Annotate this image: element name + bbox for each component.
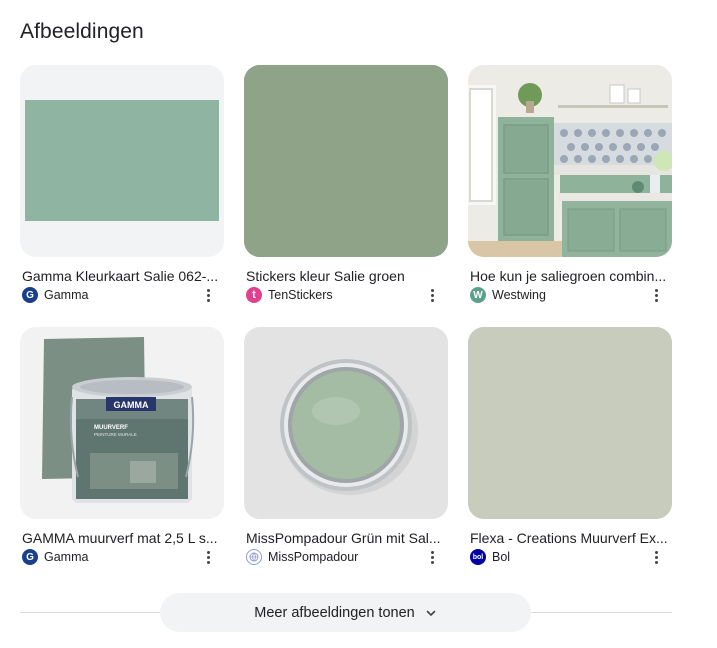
- globe-favicon-icon: [246, 549, 262, 565]
- divider-left: [20, 612, 160, 613]
- open-paint-tin-topview: [244, 327, 448, 519]
- source-name[interactable]: Westwing: [492, 287, 546, 303]
- can-label-line2: PEINTURE MURALE: [94, 432, 137, 437]
- chevron-down-icon: [426, 610, 436, 616]
- source-row[interactable]: bol Bol: [470, 549, 670, 565]
- source-name[interactable]: MissPompadour: [268, 549, 358, 565]
- sage-green-kitchen-photo: [468, 65, 672, 257]
- image-thumbnail[interactable]: GAMMA MUURVERF PEINTURE MURALE: [20, 327, 224, 519]
- more-options-icon[interactable]: [424, 549, 440, 565]
- image-result-card[interactable]: Gamma Kleurkaart Salie 062-... G Gamma: [20, 65, 224, 303]
- divider-right: [531, 612, 672, 613]
- more-options-icon[interactable]: [424, 287, 440, 303]
- more-options-icon[interactable]: [200, 549, 216, 565]
- source-row[interactable]: W Westwing: [470, 287, 670, 303]
- source-name[interactable]: Bol: [492, 549, 510, 565]
- can-label-line1: MUURVERF: [94, 425, 128, 431]
- image-thumbnail[interactable]: [244, 65, 448, 257]
- image-thumbnail[interactable]: [468, 65, 672, 257]
- image-title[interactable]: Hoe kun je saliegroen combin...: [470, 267, 670, 285]
- more-options-icon[interactable]: [200, 287, 216, 303]
- tenstickers-favicon-icon: t: [246, 287, 262, 303]
- source-row[interactable]: t TenStickers: [246, 287, 446, 303]
- gamma-paint-can: GAMMA MUURVERF PEINTURE MURALE: [20, 327, 224, 519]
- image-title[interactable]: MissPompadour Grün mit Sal...: [246, 529, 446, 547]
- source-row[interactable]: MissPompadour: [246, 549, 446, 565]
- salie-green-color-block: [244, 65, 448, 257]
- salie-paint-swatch: [25, 100, 219, 221]
- image-thumbnail[interactable]: [468, 327, 672, 519]
- westwing-favicon-icon: W: [470, 287, 486, 303]
- more-images-button[interactable]: Meer afbeeldingen tonen: [160, 593, 531, 632]
- bol-favicon-icon: bol: [470, 549, 486, 565]
- image-result-card[interactable]: Stickers kleur Salie groen t TenStickers: [244, 65, 448, 303]
- gamma-favicon-icon: G: [22, 549, 38, 565]
- section-title: Afbeeldingen: [20, 20, 144, 43]
- image-title[interactable]: Flexa - Creations Muurverf Ex...: [470, 529, 670, 547]
- source-name[interactable]: Gamma: [44, 287, 88, 303]
- source-name[interactable]: Gamma: [44, 549, 88, 565]
- image-result-card[interactable]: Flexa - Creations Muurverf Ex... bol Bol: [468, 327, 672, 565]
- source-row[interactable]: G Gamma: [22, 287, 222, 303]
- source-row[interactable]: G Gamma: [22, 549, 222, 565]
- gamma-favicon-icon: G: [22, 287, 38, 303]
- more-options-icon[interactable]: [648, 287, 664, 303]
- image-title[interactable]: Gamma Kleurkaart Salie 062-...: [22, 267, 222, 285]
- can-brand-text: GAMMA: [114, 400, 149, 410]
- image-thumbnail[interactable]: [244, 327, 448, 519]
- more-options-icon[interactable]: [648, 549, 664, 565]
- more-images-label: Meer afbeeldingen tonen: [254, 604, 415, 621]
- image-result-card[interactable]: MissPompadour Grün mit Sal... MissPompad…: [244, 327, 448, 565]
- image-title[interactable]: GAMMA muurverf mat 2,5 L s...: [22, 529, 222, 547]
- image-thumbnail[interactable]: [20, 65, 224, 257]
- flexa-color-block: [468, 327, 672, 519]
- image-result-card[interactable]: Hoe kun je saliegroen combin... W Westwi…: [468, 65, 672, 303]
- image-title[interactable]: Stickers kleur Salie groen: [246, 267, 446, 285]
- source-name[interactable]: TenStickers: [268, 287, 333, 303]
- image-result-card[interactable]: GAMMA MUURVERF PEINTURE MURALE GAMMA muu…: [20, 327, 224, 565]
